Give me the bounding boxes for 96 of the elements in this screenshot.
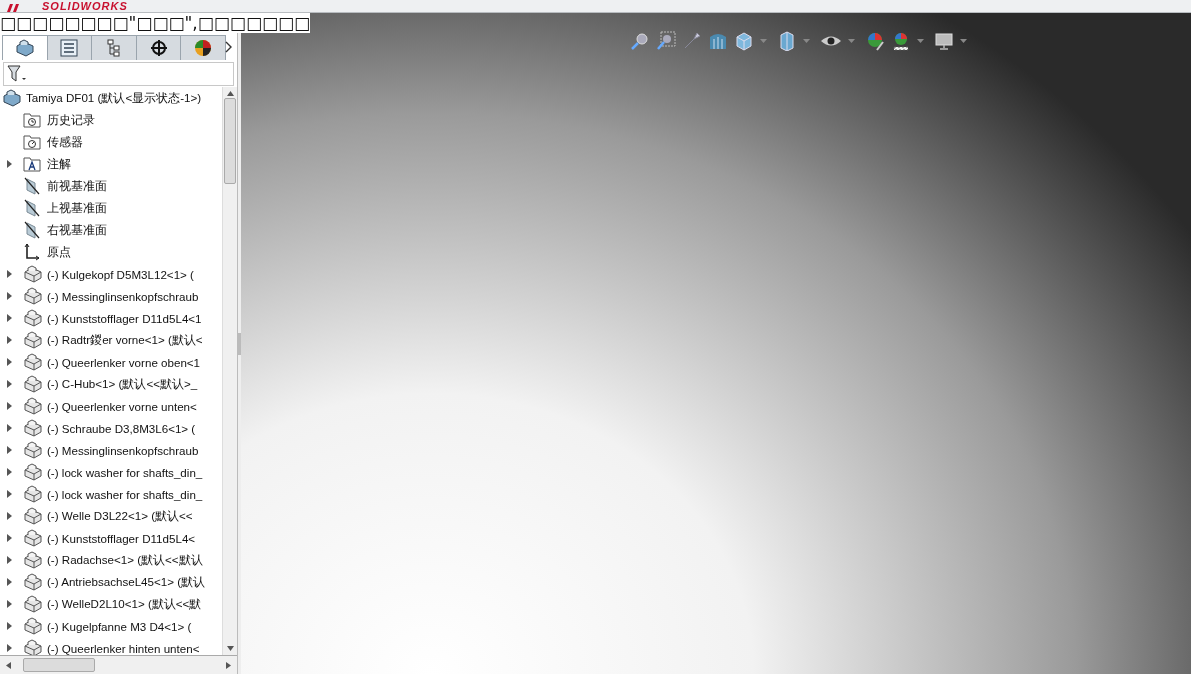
tree-item[interactable]: (-) C-Hub<1> (默认<<默认>_ bbox=[45, 376, 198, 392]
panel-tab[interactable] bbox=[180, 35, 226, 60]
scrollbar-thumb[interactable] bbox=[224, 98, 236, 184]
sensor-folder-icon bbox=[23, 134, 41, 150]
expand-arrow-icon[interactable] bbox=[6, 270, 12, 278]
scroll-down-arrow-icon[interactable] bbox=[226, 646, 234, 651]
tree-item[interactable]: (-) Messinglinsenkopfschraub bbox=[45, 289, 199, 303]
property-list-icon bbox=[59, 39, 80, 57]
plane-icon bbox=[23, 177, 41, 195]
part-icon bbox=[23, 529, 43, 547]
expand-arrow-icon[interactable] bbox=[6, 336, 12, 344]
logo-icon bbox=[6, 3, 20, 12]
tree-item[interactable]: (-) Messinglinsenkopfschraub bbox=[45, 443, 199, 457]
part-icon bbox=[23, 331, 43, 349]
origin-icon bbox=[23, 243, 41, 261]
chevron-right-icon[interactable] bbox=[225, 40, 233, 53]
color-sphere-icon bbox=[193, 39, 214, 57]
tree-item[interactable]: (-) AntriebsachseL45<1> (默认 bbox=[45, 574, 206, 590]
tree-item[interactable]: 右视基准面 bbox=[45, 222, 107, 238]
expand-arrow-icon[interactable] bbox=[6, 292, 12, 300]
expand-arrow-icon[interactable] bbox=[6, 160, 12, 168]
caption-text: □□□□□□□□"□□□",□□□□□□□ bbox=[0, 13, 311, 33]
tree-item[interactable]: (-) Radtr鍐er vorne<1> (默认< bbox=[45, 332, 203, 348]
part-icon bbox=[23, 551, 43, 569]
tree-item[interactable]: (-) Welle D3L22<1> (默认<< bbox=[45, 508, 193, 524]
tree-item[interactable]: 注解 bbox=[45, 156, 71, 172]
part-icon bbox=[23, 595, 43, 613]
dropdown-caret-icon[interactable] bbox=[960, 39, 967, 43]
part-icon bbox=[23, 375, 43, 393]
part-icon bbox=[23, 573, 43, 591]
tree-item[interactable]: 原点 bbox=[45, 244, 71, 260]
part-icon bbox=[23, 397, 43, 415]
part-icon bbox=[23, 287, 43, 305]
crosshair-icon bbox=[148, 39, 169, 57]
app-logo: SOLIDWORKS bbox=[42, 1, 128, 12]
scroll-up-arrow-icon[interactable] bbox=[226, 91, 234, 96]
part-icon bbox=[23, 485, 43, 503]
tree-item[interactable]: (-) WelleD2L10<1> (默认<<默 bbox=[45, 596, 202, 612]
expand-arrow-icon[interactable] bbox=[6, 600, 12, 608]
tree-item[interactable]: (-) Kulgekopf D5M3L12<1> ( bbox=[45, 267, 194, 281]
expand-arrow-icon[interactable] bbox=[6, 358, 12, 366]
expand-arrow-icon[interactable] bbox=[6, 380, 12, 388]
part-tree-icon bbox=[2, 89, 22, 107]
tree-item[interactable]: (-) Queerlenker hinten unten< bbox=[45, 641, 200, 655]
tree-item[interactable]: (-) Kunststofflager D11d5L4< bbox=[45, 531, 196, 545]
part-icon bbox=[23, 507, 43, 525]
filter-icon[interactable] bbox=[7, 65, 27, 83]
panel-tab[interactable] bbox=[135, 35, 182, 60]
expand-arrow-icon[interactable] bbox=[6, 402, 12, 410]
tree-item[interactable]: (-) Schraube D3,8M3L6<1> ( bbox=[45, 421, 196, 435]
tree-item[interactable]: 上视基准面 bbox=[45, 200, 107, 216]
dropdown-caret-icon[interactable] bbox=[917, 39, 924, 43]
scroll-left-arrow-icon[interactable] bbox=[6, 661, 11, 669]
zoom-icon[interactable] bbox=[630, 31, 650, 51]
tree-item[interactable]: (-) Queerlenker vorne oben<1 bbox=[45, 355, 201, 369]
tree-item[interactable]: (-) lock washer for shafts_din_ bbox=[45, 487, 203, 501]
tree-item[interactable]: (-) Queerlenker vorne unten< bbox=[45, 399, 197, 413]
expand-arrow-icon[interactable] bbox=[6, 512, 12, 520]
part-icon bbox=[23, 265, 43, 283]
part-icon bbox=[23, 617, 43, 635]
expand-arrow-icon[interactable] bbox=[6, 424, 12, 432]
expand-arrow-icon[interactable] bbox=[6, 490, 12, 498]
tree-item[interactable]: 前视基准面 bbox=[45, 178, 107, 194]
expand-arrow-icon[interactable] bbox=[6, 622, 12, 630]
expand-arrow-icon[interactable] bbox=[6, 534, 12, 542]
plane-icon bbox=[23, 199, 41, 217]
part-icon bbox=[23, 463, 43, 481]
appearance-icon[interactable] bbox=[865, 31, 885, 51]
tree-item[interactable]: 历史记录 bbox=[45, 112, 95, 128]
part-tree-icon bbox=[14, 39, 35, 57]
tree-item[interactable]: 传感器 bbox=[45, 134, 83, 150]
scroll-right-arrow-icon[interactable] bbox=[226, 661, 231, 669]
history-folder-icon bbox=[23, 112, 41, 128]
part-icon bbox=[23, 441, 43, 459]
part-icon bbox=[23, 353, 43, 371]
expand-arrow-icon[interactable] bbox=[6, 314, 12, 322]
dropdown-caret-icon[interactable] bbox=[848, 39, 855, 43]
expand-arrow-icon[interactable] bbox=[6, 468, 12, 476]
tree-item[interactable]: (-) Kunststofflager D11d5L4<1 bbox=[45, 311, 202, 325]
expand-arrow-icon[interactable] bbox=[6, 578, 12, 586]
cube-view-icon[interactable] bbox=[734, 31, 754, 51]
tree-item[interactable]: (-) lock washer for shafts_din_ bbox=[45, 465, 203, 479]
part-icon bbox=[23, 309, 43, 327]
part-icon bbox=[23, 419, 43, 437]
tree-item[interactable]: (-) Kugelpfanne M3 D4<1> ( bbox=[45, 619, 192, 633]
scene-icon[interactable] bbox=[891, 31, 911, 51]
scrollbar-thumb[interactable] bbox=[23, 658, 95, 672]
expand-arrow-icon[interactable] bbox=[6, 556, 12, 564]
monitor-icon[interactable] bbox=[934, 31, 954, 51]
tree-item[interactable]: (-) Radachse<1> (默认<<默认 bbox=[45, 552, 203, 568]
tree-root-item[interactable]: Tamiya DF01 (默认<显示状态-1>) bbox=[24, 90, 202, 106]
expand-arrow-icon[interactable] bbox=[6, 644, 12, 652]
expand-arrow-icon[interactable] bbox=[6, 446, 12, 454]
zoom-area-icon[interactable] bbox=[656, 31, 676, 51]
annotation-folder-icon bbox=[23, 156, 41, 172]
plane-icon bbox=[23, 221, 41, 239]
